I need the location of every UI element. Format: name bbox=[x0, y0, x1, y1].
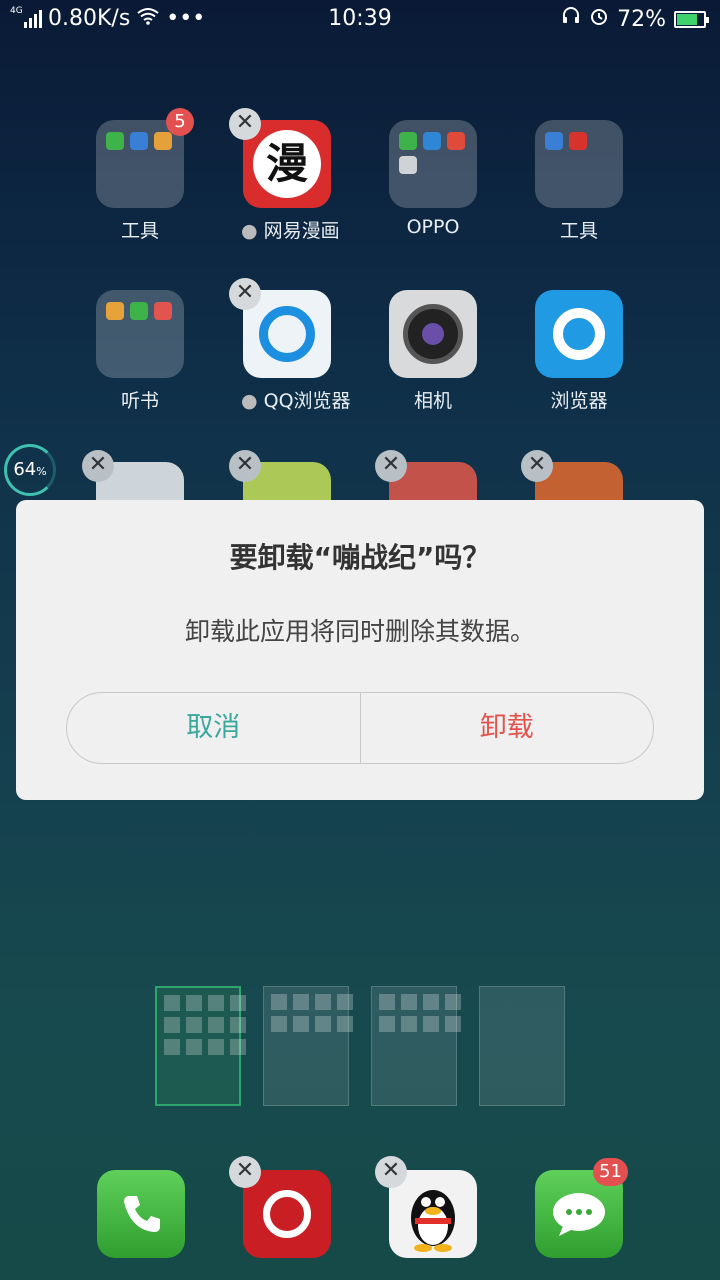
headset-icon bbox=[561, 6, 581, 32]
folder-audiobooks[interactable]: 听书 bbox=[94, 290, 186, 413]
status-bar: 4G 0.80K/s ••• 10:39 72% bbox=[0, 0, 720, 38]
app-label: OPPO bbox=[406, 216, 460, 238]
folder-tools-2[interactable]: 工具 bbox=[533, 120, 625, 243]
dialog-title: 要卸载“嘣战纪”吗？ bbox=[229, 541, 491, 574]
uninstall-x-icon[interactable]: ✕ bbox=[229, 1156, 261, 1188]
uninstall-x-icon[interactable]: ✕ bbox=[229, 278, 261, 310]
notification-badge: 51 bbox=[593, 1158, 628, 1186]
battery-percent: 72% bbox=[617, 6, 666, 32]
notification-badge: 5 bbox=[166, 108, 194, 136]
page-thumbnail-1[interactable] bbox=[155, 986, 246, 1106]
cancel-button[interactable]: 取消 bbox=[67, 693, 361, 763]
uninstall-x-icon[interactable]: ✕ bbox=[521, 450, 553, 482]
qq-browser-icon bbox=[259, 306, 315, 362]
uninstall-x-icon[interactable]: ✕ bbox=[375, 450, 407, 482]
memory-usage-unit: % bbox=[36, 465, 47, 478]
chat-bubble-icon bbox=[553, 1193, 605, 1236]
memory-usage-value: 64 bbox=[13, 459, 37, 480]
uninstall-x-icon[interactable]: ✕ bbox=[82, 450, 114, 482]
app-label: 网易漫画 bbox=[263, 220, 340, 242]
alarm-icon bbox=[589, 6, 609, 32]
home-page-thumbnails bbox=[155, 986, 565, 1106]
dialog-buttons: 取消 卸载 bbox=[66, 692, 654, 764]
dialog-message: 卸载此应用将同时删除其数据。 bbox=[184, 617, 535, 646]
page-thumbnail-2[interactable] bbox=[263, 986, 353, 1106]
app-label: QQ浏览器 bbox=[263, 390, 351, 412]
app-label: 工具 bbox=[559, 220, 598, 242]
battery-icon bbox=[674, 10, 709, 28]
folder-tools-1[interactable]: 工具 5 bbox=[94, 108, 194, 243]
folder-oppo[interactable]: OPPO bbox=[387, 120, 479, 238]
uninstall-x-icon[interactable]: ✕ bbox=[229, 108, 261, 140]
app-netease-comics[interactable]: 漫 ● 网易漫画 ✕ bbox=[229, 108, 340, 243]
camera-lens-icon bbox=[403, 304, 463, 364]
phone-icon bbox=[124, 1196, 160, 1232]
app-label: 工具 bbox=[120, 220, 159, 242]
uninstall-x-icon[interactable]: ✕ bbox=[375, 1156, 407, 1188]
uninstall-x-icon[interactable]: ✕ bbox=[229, 450, 261, 482]
comic-logo-icon: 漫 bbox=[253, 130, 321, 198]
app-qq-browser[interactable]: ● QQ浏览器 ✕ bbox=[229, 278, 351, 413]
app-label: 听书 bbox=[120, 390, 159, 412]
uninstall-dialog: 要卸载“嘣战纪”吗？ 卸载此应用将同时删除其数据。 取消 卸载 bbox=[16, 500, 704, 800]
app-label: 浏览器 bbox=[550, 390, 608, 412]
app-label: 相机 bbox=[413, 390, 452, 412]
browser-icon bbox=[553, 308, 605, 360]
page-thumbnail-4[interactable] bbox=[479, 986, 565, 1106]
uninstall-button[interactable]: 卸载 bbox=[361, 693, 654, 763]
qq-penguin-icon bbox=[411, 1190, 455, 1252]
app-browser[interactable]: 浏览器 bbox=[533, 290, 625, 413]
music-logo-icon bbox=[263, 1190, 311, 1238]
app-camera[interactable]: 相机 bbox=[387, 290, 479, 413]
page-thumbnail-3[interactable] bbox=[371, 986, 461, 1106]
memory-usage-widget[interactable]: 64% bbox=[4, 444, 56, 496]
phone-app[interactable] bbox=[97, 1170, 185, 1258]
